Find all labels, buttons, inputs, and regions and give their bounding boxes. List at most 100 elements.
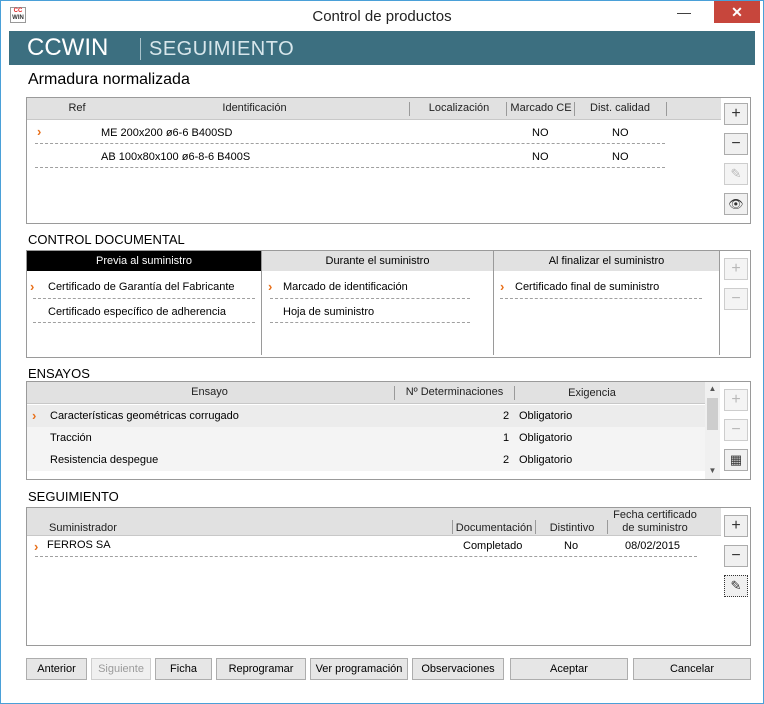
remove-button[interactable]: − xyxy=(724,133,748,155)
add-button[interactable]: + xyxy=(724,515,748,537)
col-separator xyxy=(394,386,395,400)
scroll-down-icon[interactable]: ▼ xyxy=(705,466,720,475)
row-bg xyxy=(27,427,705,449)
row-divider xyxy=(33,298,255,299)
ver-programacion-button[interactable]: Ver programación xyxy=(310,658,408,680)
col-separator xyxy=(452,520,453,534)
col-suministrador[interactable]: Suministrador xyxy=(49,522,117,534)
selected-row-arrow-icon: › xyxy=(37,124,42,139)
brand-separator xyxy=(140,38,141,60)
col-separator xyxy=(514,386,515,400)
col-exigencia[interactable]: Exigencia xyxy=(517,387,667,399)
row-divider xyxy=(33,322,255,323)
table-row-suministrador[interactable]: FERROS SA xyxy=(47,539,111,551)
col-dist-calidad[interactable]: Dist. calidad xyxy=(579,102,661,114)
col-ensayo[interactable]: Ensayo xyxy=(57,386,362,398)
tab-al-finalizar[interactable]: Al finalizar el suministro › Certificado… xyxy=(494,251,720,355)
row-divider xyxy=(270,322,470,323)
add-button[interactable]: + xyxy=(724,258,748,280)
selected-row-arrow-icon: › xyxy=(32,408,37,423)
table-row-ensayo[interactable]: Características geométricas corrugado xyxy=(50,410,239,422)
selected-item-arrow-icon: › xyxy=(500,279,505,294)
ensayos-table: Ensayo Nº Determinaciones Exigencia › Ca… xyxy=(26,381,751,480)
table-row-dist-calidad: NO xyxy=(612,127,629,139)
anterior-button[interactable]: Anterior xyxy=(26,658,87,680)
table-row-ensayo[interactable]: Tracción xyxy=(50,432,92,444)
table-row-identificacion[interactable]: AB 100x80x100 ø6-8-6 B400S xyxy=(101,151,250,163)
view-button[interactable]: 👁 xyxy=(724,193,748,215)
calculator-button[interactable]: ▦ xyxy=(724,449,748,471)
table-row-dist-calidad: NO xyxy=(612,151,629,163)
table-row-exigencia: Obligatorio xyxy=(519,454,573,466)
brand-logo: CCWIN xyxy=(27,34,109,61)
list-item[interactable]: Certificado final de suministro xyxy=(515,281,659,293)
armadura-table: Ref Identificación Localización Marcado … xyxy=(26,97,751,224)
selected-item-arrow-icon: › xyxy=(30,279,35,294)
selected-row-arrow-icon: › xyxy=(34,539,39,554)
ensayos-label: ENSAYOS xyxy=(28,366,90,381)
edit-button[interactable]: ✎ xyxy=(724,163,748,185)
add-button[interactable]: + xyxy=(724,103,748,125)
col-documentacion[interactable]: Documentación xyxy=(454,522,534,534)
scroll-up-icon[interactable]: ▲ xyxy=(705,384,720,393)
table-row-fecha: 08/02/2015 xyxy=(625,540,681,552)
brand-banner: CCWIN SEGUIMIENTO xyxy=(9,31,755,65)
col-marcado-ce[interactable]: Marcado CE xyxy=(508,102,574,114)
control-documental-label: CONTROL DOCUMENTAL xyxy=(28,232,185,247)
table-row-determinaciones: 2 xyxy=(503,454,510,466)
row-divider xyxy=(35,556,697,557)
selected-item-arrow-icon: › xyxy=(268,279,273,294)
table-row-determinaciones: 1 xyxy=(503,432,510,444)
observaciones-button[interactable]: Observaciones xyxy=(412,658,504,680)
col-separator xyxy=(666,102,667,116)
window: CC WIN Control de productos — ✕ CCWIN SEG… xyxy=(0,0,764,704)
add-button[interactable]: + xyxy=(724,389,748,411)
table-row-marcado-ce: NO xyxy=(532,151,549,163)
ficha-button[interactable]: Ficha xyxy=(155,658,212,680)
table-row-identificacion[interactable]: ME 200x200 ø6-6 B400SD xyxy=(101,127,232,139)
col-separator xyxy=(607,520,608,534)
tab-al-finalizar-title[interactable]: Al finalizar el suministro xyxy=(494,251,719,271)
table-row-marcado-ce: NO xyxy=(532,127,549,139)
remove-button[interactable]: − xyxy=(724,419,748,441)
edit-button[interactable]: ✎ xyxy=(724,575,748,597)
remove-button[interactable]: − xyxy=(724,545,748,567)
col-ref[interactable]: Ref xyxy=(57,102,97,114)
list-item[interactable]: Certificado de Garantía del Fabricante xyxy=(48,281,235,293)
row-divider xyxy=(500,298,702,299)
seguimiento-table: Suministrador Documentación Distintivo F… xyxy=(26,507,751,646)
window-title: Control de productos xyxy=(312,8,452,25)
row-divider xyxy=(35,167,665,168)
col-fecha-suministro[interactable]: de suministro xyxy=(609,522,701,534)
list-item[interactable]: Certificado específico de adherencia xyxy=(48,306,226,318)
scroll-thumb[interactable] xyxy=(707,398,718,430)
aceptar-button[interactable]: Aceptar xyxy=(510,658,628,680)
table-row-distintivo: No xyxy=(564,540,579,552)
armadura-header: Ref Identificación Localización Marcado … xyxy=(27,98,721,120)
col-distintivo[interactable]: Distintivo xyxy=(537,522,607,534)
table-row-exigencia: Obligatorio xyxy=(519,432,573,444)
row-divider xyxy=(270,298,470,299)
ensayos-scrollbar[interactable]: ▲ ▼ xyxy=(705,382,720,479)
table-row-ensayo[interactable]: Resistencia despegue xyxy=(50,454,158,466)
tab-durante[interactable]: Durante el suministro › Marcado de ident… xyxy=(262,251,494,355)
tab-durante-title[interactable]: Durante el suministro xyxy=(262,251,493,271)
seguimiento-header: Suministrador Documentación Distintivo F… xyxy=(27,508,721,536)
col-fecha-certificado[interactable]: Fecha certificado xyxy=(609,509,701,521)
minimize-button[interactable]: — xyxy=(671,1,697,23)
list-item[interactable]: Hoja de suministro xyxy=(283,306,374,318)
col-determinaciones[interactable]: Nº Determinaciones xyxy=(397,386,512,398)
cancelar-button[interactable]: Cancelar xyxy=(633,658,751,680)
col-identificacion[interactable]: Identificación xyxy=(107,102,402,114)
close-button[interactable]: ✕ xyxy=(714,1,760,23)
col-separator xyxy=(506,102,507,116)
list-item[interactable]: Marcado de identificación xyxy=(283,281,408,293)
tab-previa[interactable]: Previa al suministro › Certificado de Ga… xyxy=(27,251,262,355)
reprogramar-button[interactable]: Reprogramar xyxy=(216,658,306,680)
tab-previa-title[interactable]: Previa al suministro xyxy=(27,251,261,271)
seguimiento-label: SEGUIMIENTO xyxy=(28,489,119,504)
col-separator xyxy=(574,102,575,116)
col-localizacion[interactable]: Localización xyxy=(419,102,499,114)
siguiente-button[interactable]: Siguiente xyxy=(91,658,151,680)
remove-button[interactable]: − xyxy=(724,288,748,310)
